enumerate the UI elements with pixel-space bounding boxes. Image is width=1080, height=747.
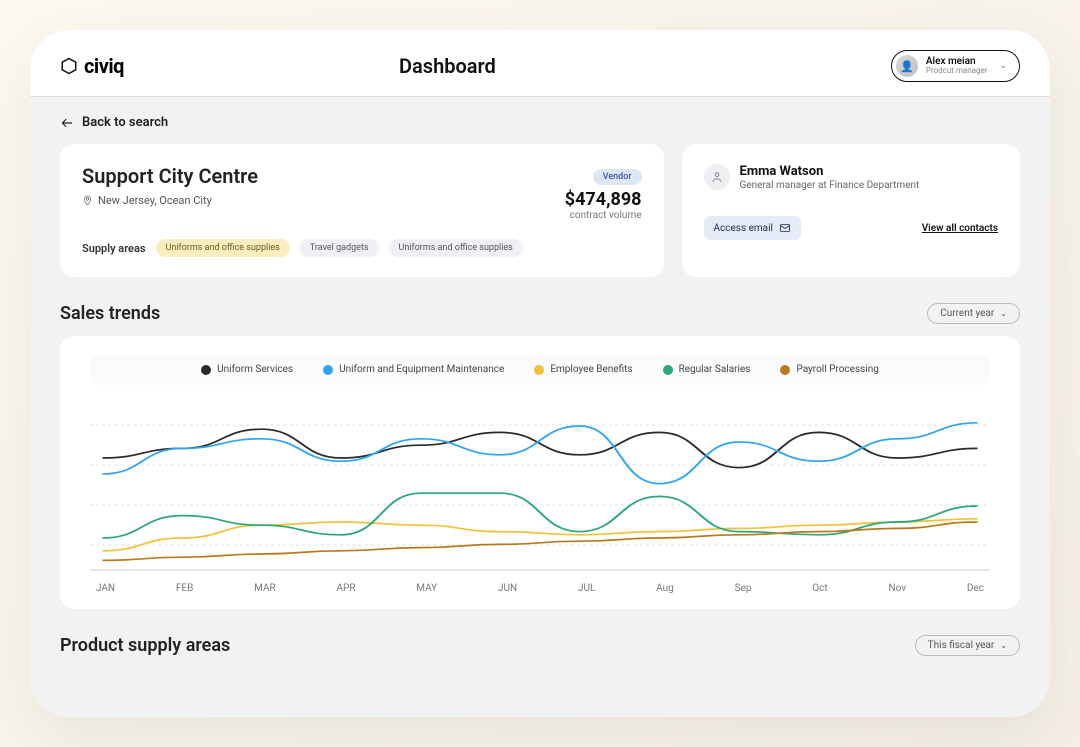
- vendor-card: Support City Centre New Jersey, Ocean Ci…: [60, 144, 664, 277]
- vendor-name: Support City Centre: [82, 164, 258, 188]
- legend-item: Employee Benefits: [534, 364, 632, 375]
- supply-tag[interactable]: Uniforms and office supplies: [156, 239, 290, 257]
- sales-trends-chart: Uniform Services Uniform and Equipment M…: [60, 336, 1020, 609]
- access-email-button[interactable]: Access email: [704, 216, 801, 240]
- contact-role: General manager at Finance Department: [740, 179, 920, 192]
- dot-icon: [663, 365, 673, 375]
- dot-icon: [201, 365, 211, 375]
- app-panel: civiq Dashboard 👤 Alex meian Prodcut man…: [30, 30, 1050, 717]
- person-icon: [704, 164, 730, 190]
- chevron-down-icon: ⌄: [999, 61, 1007, 71]
- topbar: civiq Dashboard 👤 Alex meian Prodcut man…: [30, 30, 1050, 97]
- contract-amount-sub: contract volume: [565, 210, 642, 221]
- legend-item: Payroll Processing: [780, 364, 878, 375]
- section-title: Product supply areas: [60, 635, 230, 656]
- chevron-down-icon: ⌄: [1000, 309, 1007, 318]
- product-supply-header: Product supply areas This fiscal year ⌄: [60, 635, 1020, 656]
- page-body: Back to search Support City Centre New J…: [30, 97, 1050, 717]
- vendor-location: New Jersey, Ocean City: [82, 194, 258, 207]
- mail-icon: [779, 222, 791, 234]
- vendor-badge: Vendor: [593, 169, 642, 185]
- dot-icon: [323, 365, 333, 375]
- page-title: Dashboard: [30, 54, 891, 78]
- supply-tag[interactable]: Travel gadgets: [300, 239, 379, 257]
- chevron-down-icon: ⌄: [1000, 641, 1007, 650]
- dot-icon: [780, 365, 790, 375]
- supply-tag[interactable]: Uniforms and office supplies: [389, 239, 523, 257]
- arrow-left-icon: [60, 116, 74, 130]
- dot-icon: [534, 365, 544, 375]
- line-chart: [90, 395, 990, 575]
- profile-menu[interactable]: 👤 Alex meian Prodcut manager ⌄: [891, 50, 1020, 82]
- back-to-search[interactable]: Back to search: [60, 115, 1020, 130]
- supply-row: Supply areas Uniforms and office supplie…: [82, 239, 642, 257]
- chart-legend: Uniform Services Uniform and Equipment M…: [90, 354, 990, 385]
- fiscal-year-select[interactable]: This fiscal year ⌄: [915, 635, 1020, 656]
- back-label: Back to search: [82, 115, 168, 130]
- sales-trends-header: Sales trends Current year ⌄: [60, 303, 1020, 324]
- summary-row: Support City Centre New Jersey, Ocean Ci…: [60, 144, 1020, 277]
- avatar: 👤: [896, 55, 918, 77]
- pin-icon: [82, 195, 93, 206]
- year-select[interactable]: Current year ⌄: [927, 303, 1020, 324]
- contact-card: Emma Watson General manager at Finance D…: [682, 144, 1020, 277]
- chart-area: JANFEBMARAPRMAYJUNJULAugSepOctNovDec: [90, 395, 990, 595]
- supply-label: Supply areas: [82, 242, 146, 255]
- x-axis: JANFEBMARAPRMAYJUNJULAugSepOctNovDec: [90, 579, 990, 594]
- legend-item: Uniform and Equipment Maintenance: [323, 364, 504, 375]
- legend-item: Uniform Services: [201, 364, 293, 375]
- profile-role: Prodcut manager: [926, 67, 988, 76]
- view-all-contacts-link[interactable]: View all contacts: [922, 223, 998, 234]
- contact-name: Emma Watson: [740, 164, 920, 179]
- section-title: Sales trends: [60, 303, 160, 324]
- legend-item: Regular Salaries: [663, 364, 751, 375]
- contract-amount: $474,898: [565, 189, 642, 210]
